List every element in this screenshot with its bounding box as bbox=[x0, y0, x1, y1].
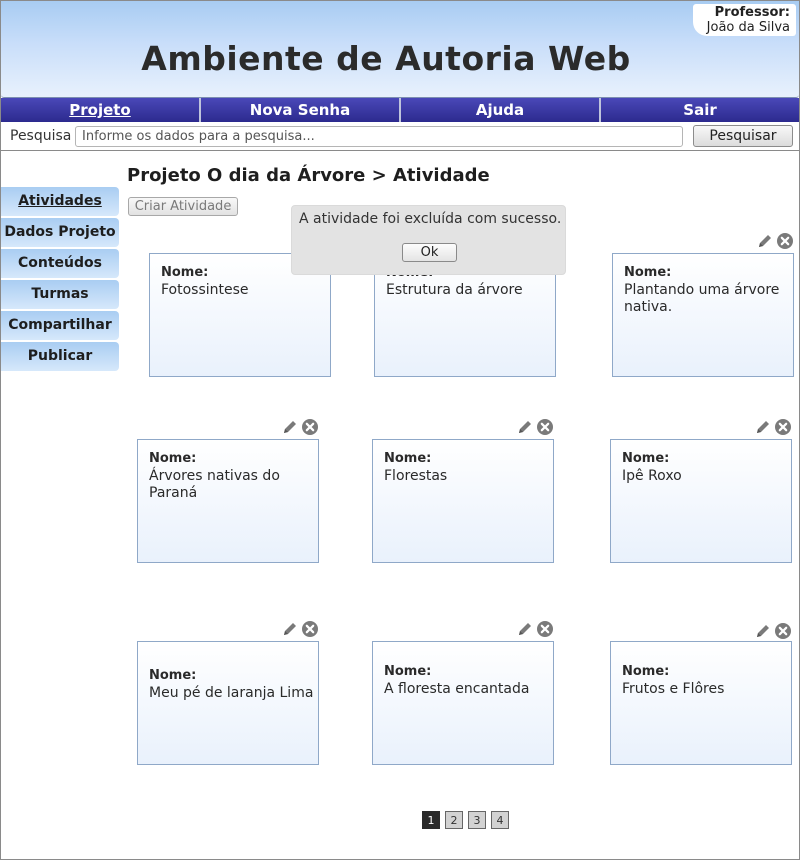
app-window: Ambiente de Autoria Web Professor: João … bbox=[0, 0, 800, 860]
activity-card-wrapper: Nome: Árvores nativas do Paraná bbox=[137, 418, 319, 568]
card-name-label: Nome: bbox=[624, 265, 672, 280]
professor-name: João da Silva bbox=[706, 20, 790, 35]
card-name-value: Frutos e Flôres bbox=[622, 681, 725, 697]
success-dialog: A atividade foi excluída com sucesso. Ok bbox=[291, 205, 566, 275]
card-actions bbox=[281, 418, 319, 436]
activity-card[interactable]: Nome: Árvores nativas do Paraná bbox=[137, 439, 319, 563]
card-actions bbox=[281, 620, 319, 638]
sidebar-item-publicar[interactable]: Publicar bbox=[1, 342, 119, 371]
search-bar: Pesquisa Pesquisar bbox=[1, 123, 799, 151]
activity-card-wrapper: Nome: Ipê Roxo bbox=[610, 418, 792, 568]
sidebar-item-conteudos[interactable]: Conteúdos bbox=[1, 249, 119, 278]
sidebar-item-label: Publicar bbox=[27, 348, 93, 364]
dialog-message: A atividade foi excluída com sucesso. bbox=[299, 211, 562, 227]
create-activity-button[interactable]: Criar Atividade bbox=[128, 197, 238, 216]
card-name-value: Ipê Roxo bbox=[622, 468, 682, 484]
professor-box: Professor: João da Silva bbox=[693, 4, 796, 36]
card-name-value: A floresta encantada bbox=[384, 681, 530, 697]
activity-card-wrapper: Nome: Frutos e Flôres bbox=[610, 622, 792, 772]
app-title: Ambiente de Autoria Web bbox=[141, 39, 631, 78]
card-actions bbox=[754, 418, 792, 436]
delete-circle-icon[interactable] bbox=[301, 620, 319, 638]
delete-circle-icon[interactable] bbox=[774, 622, 792, 640]
activity-card-wrapper: Nome: Plantando uma árvore nativa. bbox=[612, 232, 794, 382]
sidebar-item-label: Conteúdos bbox=[18, 255, 102, 271]
card-actions bbox=[516, 418, 554, 436]
ok-button[interactable]: Ok bbox=[402, 243, 457, 262]
activity-card[interactable]: Nome: A floresta encantada bbox=[372, 641, 554, 765]
page-button-1[interactable]: 1 bbox=[422, 811, 440, 829]
sidebar-item-atividades[interactable]: Atividades bbox=[1, 187, 119, 216]
card-name-value: Florestas bbox=[384, 468, 448, 484]
activity-card[interactable]: Nome: Ipê Roxo bbox=[610, 439, 792, 563]
card-actions bbox=[756, 232, 794, 250]
sidebar-item-label: Turmas bbox=[31, 286, 89, 302]
sidebar-item-label: Dados Projeto bbox=[4, 224, 116, 240]
pencil-icon[interactable] bbox=[754, 622, 772, 640]
card-name-value: Árvores nativas do Paraná bbox=[149, 468, 280, 501]
card-name-label: Nome: bbox=[622, 664, 670, 679]
card-name-label: Nome: bbox=[161, 265, 209, 280]
sidebar-item-turmas[interactable]: Turmas bbox=[1, 280, 119, 309]
activity-card[interactable]: Nome: Florestas bbox=[372, 439, 554, 563]
activity-card[interactable]: Nome: Meu pé de laranja Lima bbox=[137, 641, 319, 765]
nav-item-label: Nova Senha bbox=[249, 101, 351, 119]
main-nav: Projeto Nova Senha Ajuda Sair bbox=[1, 98, 799, 122]
card-actions bbox=[754, 622, 792, 640]
sidebar-item-compartilhar[interactable]: Compartilhar bbox=[1, 311, 119, 340]
card-name-label: Nome: bbox=[149, 668, 197, 683]
search-label: Pesquisa bbox=[10, 128, 72, 144]
activity-card-wrapper: Nome: Meu pé de laranja Lima bbox=[137, 620, 319, 770]
card-name-value: Meu pé de laranja Lima bbox=[149, 685, 314, 701]
sidebar-item-dados-projeto[interactable]: Dados Projeto bbox=[1, 218, 119, 247]
activity-card[interactable]: Nome: Frutos e Flôres bbox=[610, 641, 792, 765]
search-input[interactable] bbox=[75, 126, 683, 147]
card-name-label: Nome: bbox=[384, 664, 432, 679]
page-button-2[interactable]: 2 bbox=[445, 811, 463, 829]
card-actions bbox=[516, 620, 554, 638]
pencil-icon[interactable] bbox=[281, 418, 299, 436]
delete-circle-icon[interactable] bbox=[301, 418, 319, 436]
pagination: 1 2 3 4 bbox=[422, 811, 509, 829]
nav-item-label: Projeto bbox=[69, 101, 131, 119]
card-name-label: Nome: bbox=[149, 451, 197, 466]
nav-item-projeto[interactable]: Projeto bbox=[1, 98, 201, 122]
sidebar-item-label: Atividades bbox=[18, 193, 102, 209]
card-name-value: Plantando uma árvore nativa. bbox=[624, 282, 780, 315]
card-name-label: Nome: bbox=[384, 451, 432, 466]
nav-item-sair[interactable]: Sair bbox=[601, 98, 799, 122]
delete-circle-icon[interactable] bbox=[536, 620, 554, 638]
header: Ambiente de Autoria Web Professor: João … bbox=[1, 1, 799, 98]
delete-circle-icon[interactable] bbox=[536, 418, 554, 436]
pencil-icon[interactable] bbox=[516, 620, 534, 638]
page-button-4[interactable]: 4 bbox=[491, 811, 509, 829]
sidebar: Atividades Dados Projeto Conteúdos Turma… bbox=[1, 187, 119, 373]
professor-label: Professor: bbox=[714, 5, 790, 20]
nav-item-label: Ajuda bbox=[475, 101, 525, 119]
delete-circle-icon[interactable] bbox=[776, 232, 794, 250]
nav-item-nova-senha[interactable]: Nova Senha bbox=[201, 98, 401, 122]
delete-circle-icon[interactable] bbox=[774, 418, 792, 436]
activity-card-wrapper: Nome: A floresta encantada bbox=[372, 620, 554, 770]
search-button[interactable]: Pesquisar bbox=[693, 125, 793, 147]
page-button-3[interactable]: 3 bbox=[468, 811, 486, 829]
pencil-icon[interactable] bbox=[754, 418, 772, 436]
pencil-icon[interactable] bbox=[516, 418, 534, 436]
card-name-value: Fotossintese bbox=[161, 282, 249, 298]
breadcrumb: Projeto O dia da Árvore > Atividade bbox=[127, 165, 490, 186]
pencil-icon[interactable] bbox=[756, 232, 774, 250]
nav-item-label: Sair bbox=[683, 101, 717, 119]
pencil-icon[interactable] bbox=[281, 620, 299, 638]
nav-item-ajuda[interactable]: Ajuda bbox=[401, 98, 601, 122]
card-name-value: Estrutura da árvore bbox=[386, 282, 523, 298]
activity-card[interactable]: Nome: Plantando uma árvore nativa. bbox=[612, 253, 794, 377]
card-name-label: Nome: bbox=[622, 451, 670, 466]
sidebar-item-label: Compartilhar bbox=[8, 317, 112, 333]
activity-card-wrapper: Nome: Florestas bbox=[372, 418, 554, 568]
